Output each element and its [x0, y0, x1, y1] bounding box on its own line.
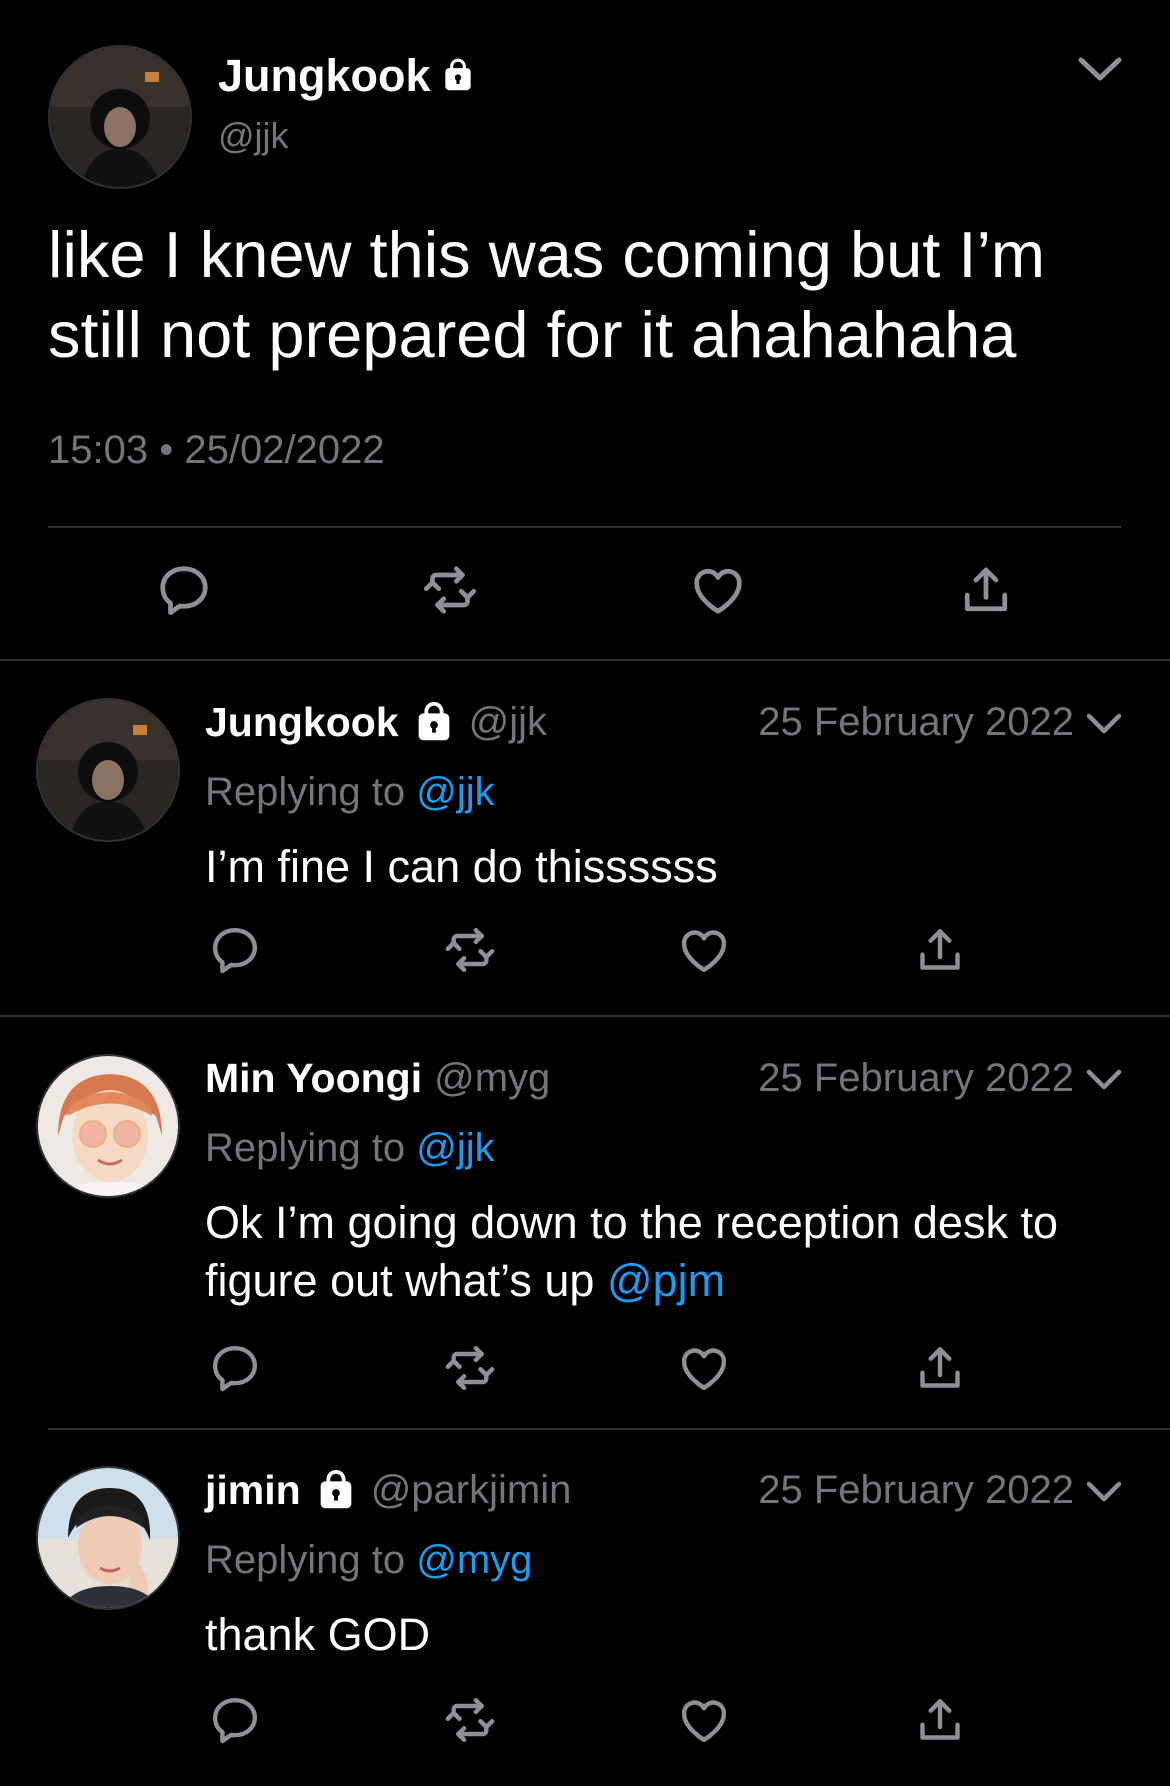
chevron-down-icon[interactable]: [1084, 1475, 1124, 1507]
text-mention[interactable]: @pjm: [607, 1255, 725, 1306]
replying-to: Replying to @jjk: [205, 1126, 495, 1171]
reply-icon[interactable]: [154, 560, 214, 620]
divider: [48, 526, 1121, 528]
reply-text: I’m fine I can do thissssss: [205, 838, 1125, 896]
chevron-down-icon[interactable]: [1084, 1063, 1124, 1095]
chevron-down-icon[interactable]: [1084, 707, 1124, 739]
author-handle[interactable]: @jjk: [218, 115, 289, 157]
main-tweet: Jungkook @jjk like I knew this was comin…: [0, 0, 1170, 660]
reply-icon[interactable]: [207, 922, 263, 978]
avatar-jungkook[interactable]: [48, 45, 192, 189]
avatar-photo: [38, 1468, 178, 1608]
reply-text: Ok I’m going down to the reception desk …: [205, 1194, 1125, 1310]
tweet-date: 25/02/2022: [184, 428, 385, 472]
replying-to: Replying to @myg: [205, 1538, 532, 1583]
display-name[interactable]: Jungkook: [218, 50, 431, 102]
avatar-min-yoongi[interactable]: [36, 1054, 180, 1198]
lock-icon: [411, 700, 457, 746]
reply-header: jimin @parkjimin: [205, 1463, 571, 1518]
avatar-jimin[interactable]: [36, 1466, 180, 1610]
reply-actions: [0, 922, 1170, 978]
tweet-text: like I knew this was coming but I’m stil…: [48, 218, 1046, 371]
reply-date[interactable]: 25 February 2022: [758, 1051, 1074, 1106]
avatar-photo: [50, 47, 190, 187]
replying-mention[interactable]: @myg: [416, 1538, 532, 1582]
tweet-timestamp[interactable]: 15:03 • 25/02/2022: [48, 428, 385, 473]
like-icon[interactable]: [676, 1692, 732, 1748]
reply-date[interactable]: 25 February 2022: [758, 695, 1074, 750]
replying-to: Replying to @jjk: [205, 770, 495, 815]
like-icon[interactable]: [676, 1340, 732, 1396]
retweet-icon[interactable]: [442, 1340, 498, 1396]
replying-label: Replying to: [205, 1538, 406, 1582]
like-icon[interactable]: [688, 560, 748, 620]
avatar-jungkook[interactable]: [36, 698, 180, 842]
share-icon[interactable]: [912, 1340, 968, 1396]
handle[interactable]: @jjk: [469, 700, 547, 745]
author-name[interactable]: Jungkook: [218, 50, 477, 102]
avatar-photo: [38, 700, 178, 840]
replying-label: Replying to: [205, 1126, 406, 1170]
share-icon[interactable]: [956, 560, 1016, 620]
display-name[interactable]: Jungkook: [205, 699, 399, 746]
handle[interactable]: @myg: [434, 1056, 550, 1101]
display-name[interactable]: jimin: [205, 1467, 301, 1514]
replying-mention[interactable]: @jjk: [416, 770, 494, 814]
reply-icon[interactable]: [207, 1340, 263, 1396]
reply-text-content: I’m fine I can do thissssss: [205, 841, 718, 892]
tweet-time: 15:03: [48, 428, 149, 472]
reply-text: thank GOD: [205, 1606, 1125, 1664]
reply-icon[interactable]: [207, 1692, 263, 1748]
display-name[interactable]: Min Yoongi: [205, 1055, 422, 1102]
reply-actions: [0, 1340, 1170, 1396]
reply-text-content: thank GOD: [205, 1609, 431, 1660]
lock-icon: [313, 1468, 359, 1514]
retweet-icon[interactable]: [442, 1692, 498, 1748]
tweet-thread: Jungkook @jjk like I knew this was comin…: [0, 0, 1170, 1786]
replying-mention[interactable]: @jjk: [416, 1126, 494, 1170]
reply-date[interactable]: 25 February 2022: [758, 1463, 1074, 1518]
reply-tweet[interactable]: Min Yoongi @myg 25 February 2022 Replyin…: [0, 1016, 1170, 1428]
retweet-icon[interactable]: [442, 922, 498, 978]
reply-header: Jungkook @jjk: [205, 695, 547, 750]
reply-actions: [0, 1692, 1170, 1748]
reply-tweet[interactable]: jimin @parkjimin 25 February 2022 Replyi…: [0, 1428, 1170, 1786]
reply-header: Min Yoongi @myg: [205, 1051, 550, 1106]
lock-icon: [439, 57, 477, 95]
like-icon[interactable]: [676, 922, 732, 978]
time-separator: •: [159, 428, 174, 472]
share-icon[interactable]: [912, 922, 968, 978]
replying-label: Replying to: [205, 770, 406, 814]
avatar-photo: [38, 1056, 178, 1196]
handle[interactable]: @parkjimin: [371, 1468, 572, 1513]
share-icon[interactable]: [912, 1692, 968, 1748]
retweet-icon[interactable]: [420, 560, 480, 620]
tweet-actions: [0, 560, 1170, 620]
chevron-down-icon[interactable]: [1075, 48, 1125, 88]
reply-tweet[interactable]: Jungkook @jjk 25 February 2022 Replying …: [0, 660, 1170, 1016]
